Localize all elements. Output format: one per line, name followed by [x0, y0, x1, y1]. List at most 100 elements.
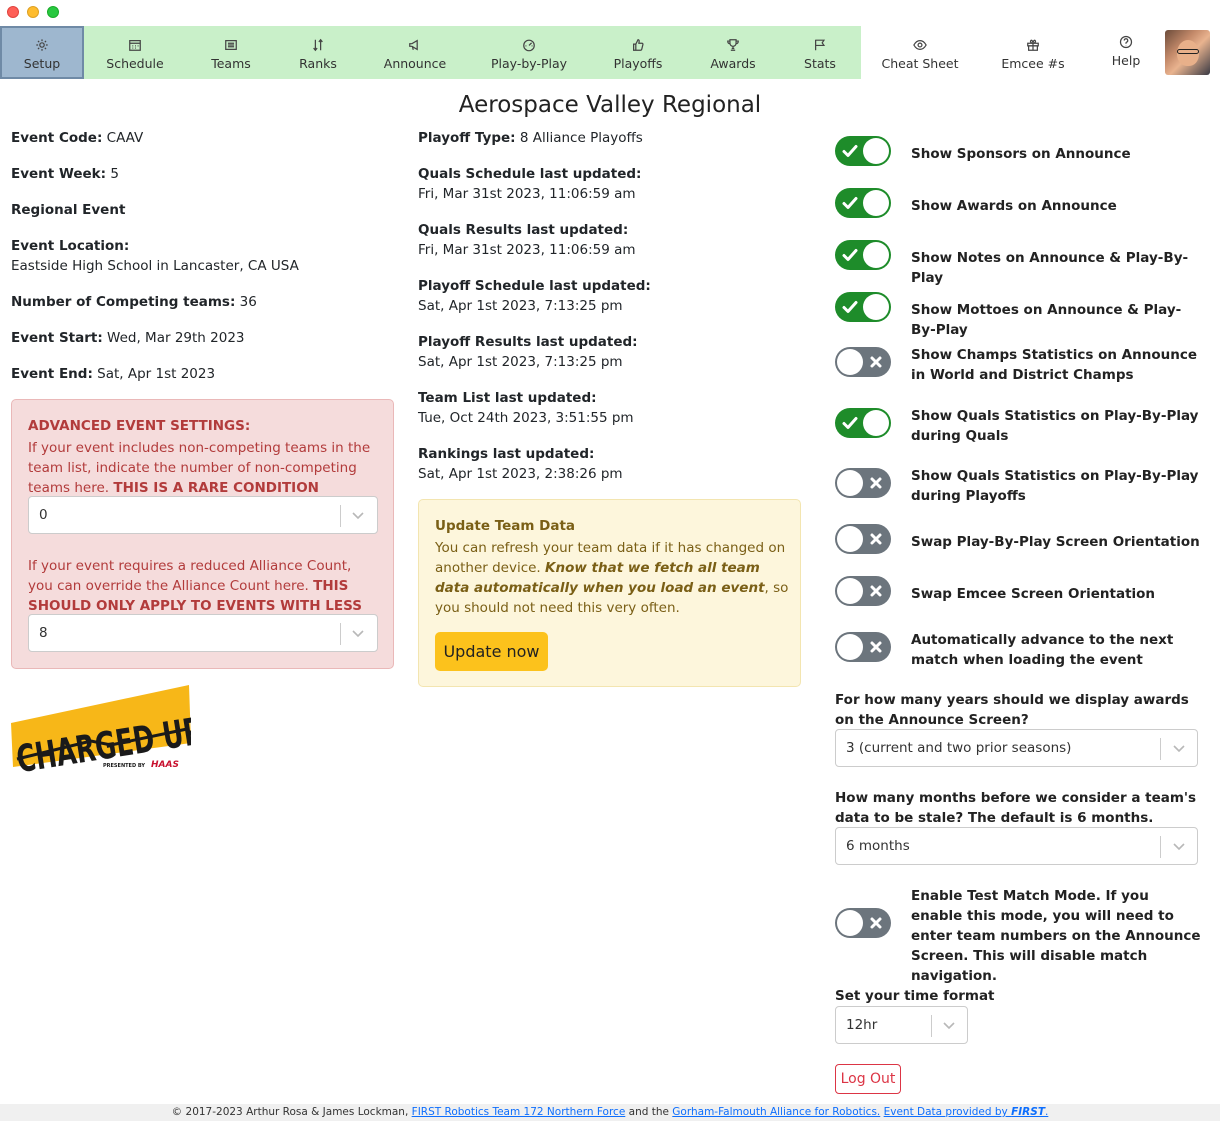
footer-link-team172[interactable]: FIRST Robotics Team 172 Northern Force [412, 1106, 626, 1118]
nav-announce-label: Announce [383, 56, 447, 71]
setting-toggle[interactable] [835, 632, 891, 662]
check-icon [841, 298, 859, 316]
x-icon [867, 914, 885, 932]
x-icon [867, 638, 885, 656]
setting-toggle-label: Show Sponsors on Announce [911, 146, 1131, 162]
update-team-data-text: You can refresh your team data if it has… [435, 540, 789, 616]
nav-setup[interactable]: Setup [0, 26, 84, 79]
event-location: Eastside High School in Lancaster, CA US… [11, 258, 299, 274]
test-mode-label: Enable Test Match Mode. If you enable th… [911, 888, 1201, 984]
nav-play-by-play[interactable]: Play-by-Play [484, 26, 574, 79]
chevron-down-icon [1170, 837, 1188, 855]
setting-toggle[interactable] [835, 136, 891, 166]
user-avatar[interactable] [1165, 30, 1210, 75]
nav-cheat-sheet[interactable]: Cheat Sheet [874, 26, 966, 79]
event-code: Event Code: CAAV [11, 130, 144, 146]
setting-toggle[interactable] [835, 576, 891, 606]
x-icon [867, 353, 885, 371]
setting-toggle[interactable] [835, 240, 891, 270]
noncompeting-help: If your event includes non-competing tea… [28, 440, 371, 496]
megaphone-icon [407, 37, 423, 53]
awards-years-question: For how many years should we display awa… [835, 692, 1189, 728]
setting-toggle[interactable] [835, 188, 891, 218]
nav-emcee[interactable]: Emcee #s [993, 26, 1073, 79]
setting-toggle-label: Swap Emcee Screen Orientation [911, 586, 1156, 602]
awards-years-select[interactable]: 3 (current and two prior seasons) [835, 729, 1198, 767]
nav-announce[interactable]: Announce [375, 26, 455, 79]
update-now-button[interactable]: Update now [435, 632, 548, 671]
alliance-count-select[interactable]: 8 [28, 614, 378, 652]
close-window-button[interactable] [7, 6, 19, 18]
setting-toggle-label: Swap Play-By-Play Screen Orientation [911, 534, 1200, 550]
setting-toggle-label: Automatically advance to the next match … [911, 632, 1174, 668]
quals-schedule-value: Fri, Mar 31st 2023, 11:06:59 am [418, 186, 636, 202]
footer-link-first[interactable]: Event Data provided by FIRST. [884, 1106, 1049, 1118]
nav-ranks[interactable]: Ranks [278, 26, 358, 79]
window-titlebar [0, 0, 1220, 26]
nav-cheat-sheet-label: Cheat Sheet [881, 56, 959, 71]
rankings-label: Rankings last updated: [418, 446, 595, 462]
log-out-button[interactable]: Log Out [835, 1064, 901, 1094]
check-icon [841, 246, 859, 264]
setting-toggle[interactable] [835, 468, 891, 498]
thumbs-up-icon [630, 37, 646, 53]
sort-icon [310, 37, 326, 53]
setting-toggle[interactable] [835, 292, 891, 322]
test-mode-toggle[interactable] [835, 908, 891, 938]
playoff-results-label: Playoff Results last updated: [418, 334, 638, 350]
rankings-value: Sat, Apr 1st 2023, 2:38:26 pm [418, 466, 623, 482]
nav-teams-label: Teams [211, 56, 251, 71]
chevron-down-icon [349, 624, 367, 642]
event-week: Event Week: 5 [11, 166, 119, 182]
page-title: Aerospace Valley Regional [458, 92, 762, 118]
setting-toggle[interactable] [835, 408, 891, 438]
x-icon [867, 530, 885, 548]
nav-help-label: Help [1111, 53, 1141, 68]
x-icon [867, 582, 885, 600]
setting-toggle-label: Show Notes on Announce & Play-By-Play [911, 250, 1189, 286]
event-end: Event End: Sat, Apr 1st 2023 [11, 366, 216, 382]
footer-link-gfar[interactable]: Gorham-Falmouth Alliance for Robotics. [672, 1106, 880, 1118]
chevron-down-icon [940, 1016, 958, 1034]
event-team-count: Number of Competing teams: 36 [11, 294, 257, 310]
minimize-window-button[interactable] [27, 6, 39, 18]
nav-playoffs-label: Playoffs [613, 56, 663, 71]
advanced-settings-heading: ADVANCED EVENT SETTINGS: [28, 418, 251, 434]
speedometer-icon [521, 37, 537, 53]
flag-icon [812, 37, 828, 53]
check-icon [841, 414, 859, 432]
top-nav: Setup Schedule Teams Ranks Announce Play… [0, 26, 1220, 79]
noncompeting-select[interactable]: 0 [28, 496, 378, 534]
footer-copyright: © 2017-2023 Arthur Rosa & James Lockman, [171, 1106, 409, 1118]
nav-teams[interactable]: Teams [191, 26, 271, 79]
nav-setup-label: Setup [23, 56, 61, 71]
time-format-select[interactable]: 12hr [835, 1006, 968, 1044]
setting-toggle-label: Show Quals Statistics on Play-By-Play du… [911, 468, 1199, 504]
nav-awards[interactable]: Awards [693, 26, 773, 79]
nav-play-by-play-label: Play-by-Play [490, 56, 568, 71]
stale-data-select[interactable]: 6 months [835, 827, 1198, 865]
question-circle-icon [1118, 34, 1134, 50]
nav-stats[interactable]: Stats [780, 26, 860, 79]
setting-toggle[interactable] [835, 524, 891, 554]
setting-toggle-label: Show Quals Statistics on Play-By-Play du… [911, 408, 1199, 444]
update-team-data-heading: Update Team Data [435, 518, 576, 534]
list-icon [223, 37, 239, 53]
footer: © 2017-2023 Arthur Rosa & James Lockman,… [0, 1104, 1220, 1121]
quals-schedule-label: Quals Schedule last updated: [418, 166, 642, 182]
nav-ranks-label: Ranks [299, 56, 337, 71]
trophy-icon [725, 37, 741, 53]
playoff-schedule-label: Playoff Schedule last updated: [418, 278, 651, 294]
nav-emcee-label: Emcee #s [1001, 56, 1065, 71]
quals-results-value: Fri, Mar 31st 2023, 11:06:59 am [418, 242, 636, 258]
setting-toggle[interactable] [835, 347, 891, 377]
nav-schedule[interactable]: Schedule [95, 26, 175, 79]
playoff-results-value: Sat, Apr 1st 2023, 7:13:25 pm [418, 354, 623, 370]
update-team-data-panel: Update Team Data You can refresh your te… [418, 499, 801, 687]
svg-text:PRESENTED BY: PRESENTED BY [103, 763, 145, 769]
zoom-window-button[interactable] [47, 6, 59, 18]
nav-playoffs[interactable]: Playoffs [598, 26, 678, 79]
check-icon [841, 194, 859, 212]
team-list-label: Team List last updated: [418, 390, 597, 406]
nav-help[interactable]: Help [1095, 26, 1157, 79]
